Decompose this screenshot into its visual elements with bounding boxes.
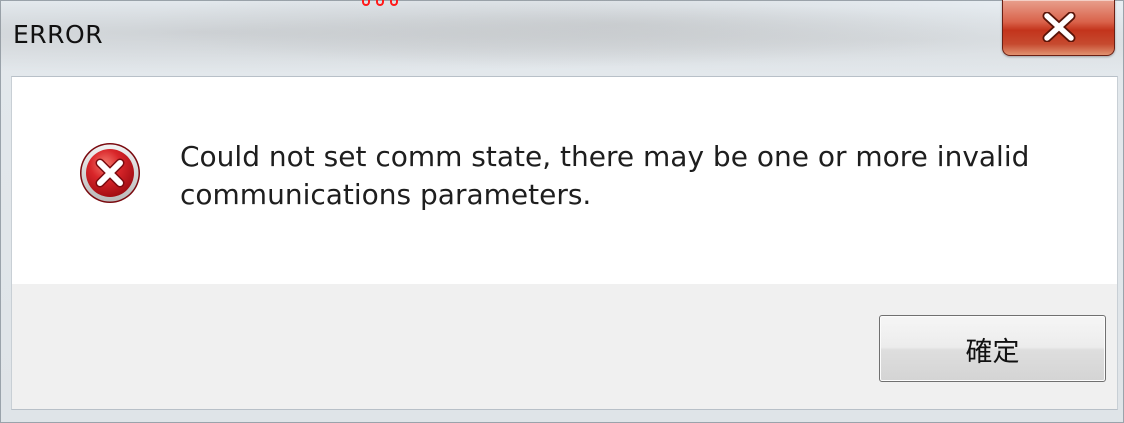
close-button[interactable] — [1002, 0, 1115, 56]
ok-button[interactable]: 確定 — [879, 315, 1106, 382]
window-title: ERROR — [13, 20, 104, 49]
title-bar-background — [0, 0, 1124, 80]
close-icon — [1042, 12, 1076, 42]
ok-button-label: 確定 — [965, 337, 1020, 368]
error-message: Could not set comm state, there may be o… — [180, 140, 1030, 211]
error-icon — [80, 143, 140, 203]
dialog-window: ERROR Could not set comm state, there ma… — [0, 0, 1124, 423]
clipped-red-text — [362, 0, 402, 6]
